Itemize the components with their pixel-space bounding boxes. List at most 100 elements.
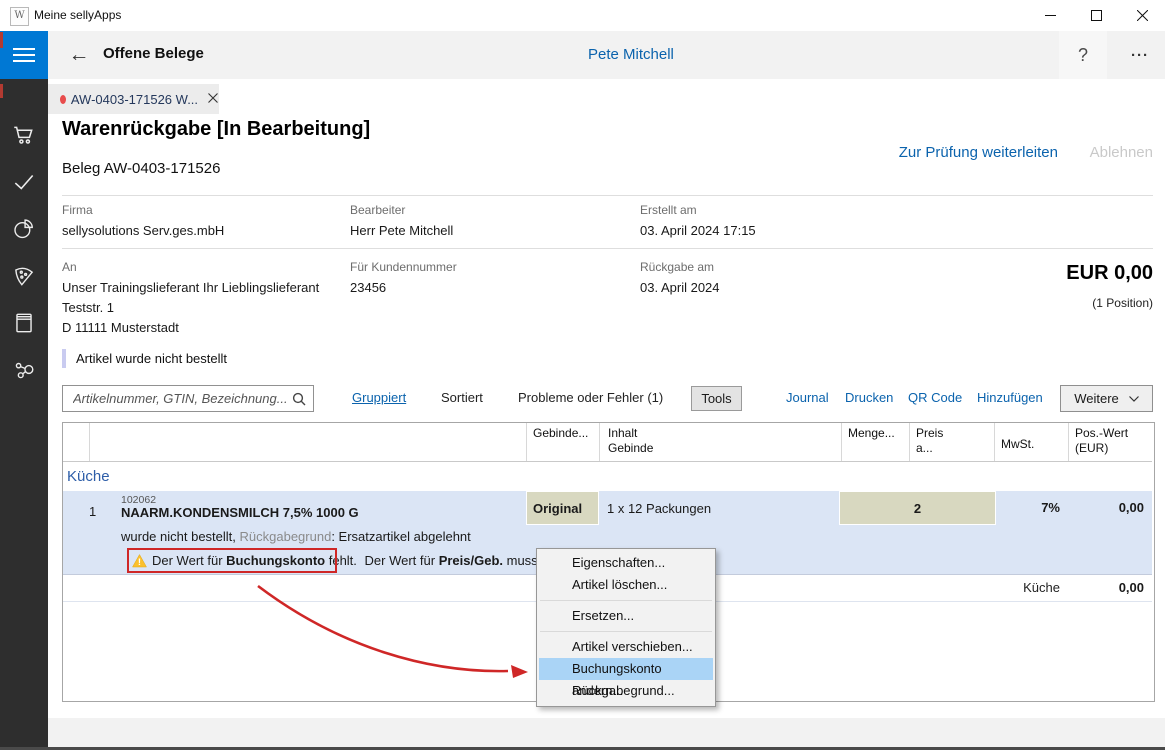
pie-chart-icon (11, 216, 37, 242)
close-icon (1137, 10, 1148, 21)
tab-close-button[interactable] (206, 90, 219, 108)
column-header-gebinde[interactable]: Gebinde... (526, 423, 599, 461)
article-name: NAARM.KONDENSMILCH 7,5% 1000 G (121, 505, 359, 520)
field-label: Erstellt am (640, 203, 697, 217)
sidebar-item-catalog[interactable] (0, 299, 48, 347)
print-link[interactable]: Drucken (845, 390, 893, 405)
column-header-preis[interactable]: Preis a... (909, 423, 994, 461)
menu-item-artikel-loeschen[interactable]: Artikel löschen... (539, 574, 713, 596)
app-header: ← Offene Belege Pete Mitchell ? ··· (48, 31, 1165, 79)
context-menu: Eigenschaften... Artikel löschen... Erse… (536, 548, 716, 707)
document-tab[interactable]: AW-0403-171526 W... (48, 84, 219, 114)
filter-problems[interactable]: Probleme oder Fehler (1) (518, 390, 663, 405)
gebinde-value: Original (533, 501, 582, 516)
position-row[interactable]: 1 102062 NAARM.KONDENSMILCH 7,5% 1000 G … (63, 491, 1152, 525)
unsaved-dot-icon (60, 95, 66, 104)
summary-value: 0,00 (1068, 575, 1144, 601)
sidebar-item-cart[interactable] (0, 111, 48, 159)
add-link[interactable]: Hinzufügen (977, 390, 1043, 405)
menu-item-rueckgabegrund[interactable]: Rückgabegrund... (539, 680, 713, 702)
pizza-icon (11, 263, 37, 289)
field-value: Herr Pete Mitchell (350, 221, 453, 241)
divider (62, 248, 1153, 249)
search-input[interactable] (71, 390, 292, 407)
position-status-row: wurde nicht bestellt, Rückgabegrund: Ers… (63, 525, 1152, 548)
search-icon (292, 392, 306, 406)
column-header-inhalt[interactable]: Inhalt Gebinde (599, 423, 841, 461)
more-icon: ··· (1131, 47, 1149, 64)
table-header-row: Gebinde... Inhalt Gebinde Menge... Preis… (63, 423, 1152, 462)
filter-sorted[interactable]: Sortiert (441, 390, 483, 405)
article-search (62, 385, 314, 412)
menu-separator (540, 600, 712, 601)
edge-indicator (0, 32, 3, 48)
field-value: sellysolutions Serv.ges.mbH (62, 221, 224, 241)
sidebar-item-statistics[interactable] (0, 205, 48, 253)
sidebar-item-tasks[interactable] (0, 158, 48, 206)
minimize-button[interactable] (1027, 0, 1073, 31)
status-label: Rückgabegrund (240, 529, 332, 544)
field-value: Unser Trainingslieferant Ihr Lieblingsli… (62, 278, 319, 338)
group-row[interactable]: Küche (63, 461, 1152, 491)
summary-label: Küche (994, 575, 1060, 601)
app-icon: W (10, 7, 29, 26)
document-title: Warenrückgabe [In Bearbeitung] (62, 118, 370, 141)
chevron-down-icon (1129, 396, 1139, 402)
menu-item-eigenschaften[interactable]: Eigenschaften... (539, 552, 713, 574)
help-icon: ? (1078, 45, 1088, 66)
poswert-value: 0,00 (1068, 491, 1144, 525)
menu-button[interactable] (0, 31, 48, 79)
column-header-menge[interactable]: Menge... (841, 423, 909, 461)
tools-button[interactable]: Tools (691, 386, 742, 411)
forward-for-review-link[interactable]: Zur Prüfung weiterleiten (899, 144, 1058, 161)
edge-indicator (0, 84, 3, 98)
menu-item-ersetzen[interactable]: Ersetzen... (539, 605, 713, 627)
back-button[interactable]: ← (62, 40, 96, 70)
warning-text: Der Wert für (365, 553, 439, 568)
field-value: 03. April 2024 17:15 (640, 221, 756, 241)
sidebar: ⚙ (0, 31, 48, 750)
header-more-button[interactable]: ··· (1116, 31, 1164, 79)
window-title: Meine sellyApps (34, 8, 121, 22)
position-number: 1 (89, 504, 105, 519)
group-label: Küche (67, 468, 110, 485)
book-icon (11, 310, 37, 336)
app-window: W Meine sellyApps (0, 0, 1165, 750)
column-header-mwst[interactable]: MwSt. (994, 423, 1068, 461)
maximize-icon (1091, 10, 1102, 21)
field-label: An (62, 260, 77, 274)
gebinde-cell[interactable]: Original (526, 491, 599, 525)
qr-code-link[interactable]: QR Code (908, 390, 962, 405)
reject-link[interactable]: Ablehnen (1090, 144, 1153, 161)
journal-link[interactable]: Journal (786, 390, 829, 405)
menu-item-artikel-verschieben[interactable]: Artikel verschieben... (539, 636, 713, 658)
field-label: Firma (62, 203, 93, 217)
tab-label: AW-0403-171526 W... (71, 92, 198, 107)
help-button[interactable]: ? (1059, 31, 1107, 79)
position-count: (1 Position) (1092, 296, 1153, 310)
filter-grouped[interactable]: Gruppiert (352, 390, 406, 405)
hamburger-icon (13, 48, 35, 50)
footer-strip (48, 718, 1165, 747)
menu-separator (540, 631, 712, 632)
column-header-poswert[interactable]: Pos.-Wert (EUR) (1068, 423, 1152, 461)
field-value: 23456 (350, 278, 386, 298)
menu-item-buchungskonto-aendern[interactable]: Buchungskonto ändern... (539, 658, 713, 680)
sidebar-item-share[interactable] (0, 346, 48, 394)
check-icon (11, 169, 37, 195)
mwst-value: 7% (994, 491, 1060, 525)
more-actions-dropdown[interactable]: Weitere (1060, 385, 1153, 412)
column-header-article[interactable] (89, 423, 526, 461)
share-icon (11, 357, 37, 383)
annotation-highlight-box (127, 548, 337, 573)
close-icon (208, 93, 218, 103)
document-total: EUR 0,00 (1066, 262, 1153, 285)
field-label: Bearbeiter (350, 203, 405, 217)
back-arrow-icon: ← (69, 43, 90, 67)
close-button[interactable] (1119, 0, 1165, 31)
sidebar-item-food[interactable] (0, 252, 48, 300)
maximize-button[interactable] (1073, 0, 1119, 31)
menge-cell[interactable]: 2 (839, 491, 996, 525)
inhalt-cell: 1 x 12 Packungen (607, 491, 711, 525)
user-name[interactable]: Pete Mitchell (588, 46, 674, 63)
